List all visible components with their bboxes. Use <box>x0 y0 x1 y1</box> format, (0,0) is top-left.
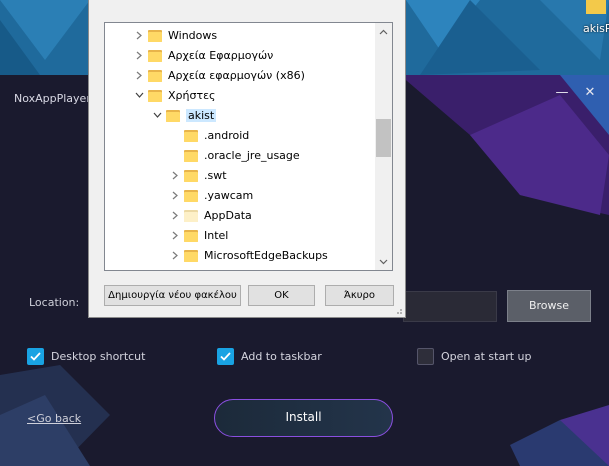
chevron-right-icon[interactable] <box>169 209 181 221</box>
folder-icon <box>184 229 198 242</box>
tree-item-label: akist <box>186 108 217 122</box>
browse-folder-dialog: Windows Αρχεία Εφαρμογών Αρχεία εφαρμογών … <box>88 0 406 318</box>
tree-item[interactable]: Αρχεία Εφαρμογών <box>133 45 273 65</box>
chevron-right-icon[interactable] <box>133 69 145 81</box>
resize-grip-icon[interactable] <box>393 305 403 315</box>
tree-item[interactable]: Αρχεία εφαρμογών (x86) <box>133 65 305 85</box>
folder-icon <box>184 209 198 222</box>
tree-item[interactable]: MicrosoftEdgeBackups <box>169 245 328 265</box>
add-to-taskbar-label: Add to taskbar <box>241 349 322 363</box>
tree-item-label: AppData <box>204 208 252 222</box>
tree-item-label: .swt <box>204 168 227 182</box>
chevron-down-icon[interactable] <box>151 109 163 121</box>
folder-icon <box>166 109 180 122</box>
minimize-button[interactable]: — <box>552 83 572 103</box>
add-to-taskbar-checkbox[interactable]: Add to taskbar <box>217 347 322 365</box>
open-at-startup-checkbox[interactable]: Open at start up <box>417 347 532 365</box>
tree-item[interactable]: .yawcam <box>169 185 253 205</box>
tree-item[interactable]: .android <box>169 125 249 145</box>
chevron-down-icon[interactable] <box>133 89 145 101</box>
close-button[interactable]: ✕ <box>580 83 600 103</box>
checkbox-checked-icon[interactable] <box>217 347 234 365</box>
checkbox-checked-icon[interactable] <box>27 347 44 365</box>
tree-item[interactable]: .swt <box>169 165 227 185</box>
tree-item[interactable]: .oracle_jre_usage <box>169 145 300 165</box>
chevron-right-icon[interactable] <box>169 169 181 181</box>
tree-item-label: Αρχεία Εφαρμογών <box>168 48 274 62</box>
new-folder-button[interactable]: Δημιουργία νέου φακέλου <box>104 285 241 306</box>
tree-item-label: .android <box>204 128 250 142</box>
tree-item[interactable]: Χρήστες <box>133 85 216 105</box>
folder-icon <box>184 189 198 202</box>
tree-item[interactable]: AppData <box>169 205 252 225</box>
tree-item-label: .yawcam <box>204 188 254 202</box>
install-button[interactable]: Install <box>214 399 393 437</box>
installer-title: NoxAppPlayer <box>14 92 91 105</box>
cancel-button[interactable]: Άκυρο <box>325 285 394 306</box>
tree-item-label: MicrosoftEdgeBackups <box>204 248 328 262</box>
desktop-shortcut-checkbox[interactable]: Desktop shortcut <box>27 347 145 365</box>
chevron-right-icon[interactable] <box>133 49 145 61</box>
folder-icon <box>148 49 162 62</box>
desktop-shortcut-label: Desktop shortcut <box>51 349 146 363</box>
folder-icon <box>184 249 198 262</box>
location-label: Location: <box>29 296 80 309</box>
tree-item-label: Intel <box>204 228 229 242</box>
browse-button[interactable]: Browse <box>507 290 591 322</box>
chevron-right-icon[interactable] <box>133 29 145 41</box>
folder-icon <box>148 89 162 102</box>
ok-button[interactable]: OK <box>248 285 315 306</box>
folder-tree[interactable]: Windows Αρχεία Εφαρμογών Αρχεία εφαρμογών … <box>104 22 393 271</box>
tree-item[interactable]: akist <box>151 105 217 125</box>
desktop-icon-label[interactable]: akisP <box>583 22 609 35</box>
chevron-right-icon[interactable] <box>169 249 181 261</box>
scroll-thumb[interactable] <box>376 119 391 157</box>
tree-item-label: Αρχεία εφαρμογών (x86) <box>168 68 305 82</box>
tree-item-label: Χρήστες <box>168 88 216 102</box>
scroll-down-arrow-icon[interactable] <box>375 253 392 270</box>
scroll-up-arrow-icon[interactable] <box>375 23 392 40</box>
tree-item[interactable]: Intel <box>169 225 228 245</box>
folder-icon <box>184 149 198 162</box>
open-at-startup-label: Open at start up <box>441 349 532 363</box>
tree-scrollbar[interactable] <box>375 23 392 270</box>
tree-item-label: .oracle_jre_usage <box>204 148 300 162</box>
location-input[interactable] <box>403 291 497 322</box>
folder-icon <box>184 169 198 182</box>
chevron-right-icon[interactable] <box>169 189 181 201</box>
desktop-folder-icon[interactable] <box>586 0 606 14</box>
go-back-link[interactable]: <Go back <box>27 412 81 425</box>
folder-icon <box>148 29 162 42</box>
folder-icon <box>184 129 198 142</box>
checkbox-unchecked-icon[interactable] <box>417 347 434 365</box>
chevron-right-icon[interactable] <box>169 229 181 241</box>
folder-icon <box>148 69 162 82</box>
tree-item[interactable]: Windows <box>133 25 217 45</box>
tree-item-label: Windows <box>168 28 218 42</box>
